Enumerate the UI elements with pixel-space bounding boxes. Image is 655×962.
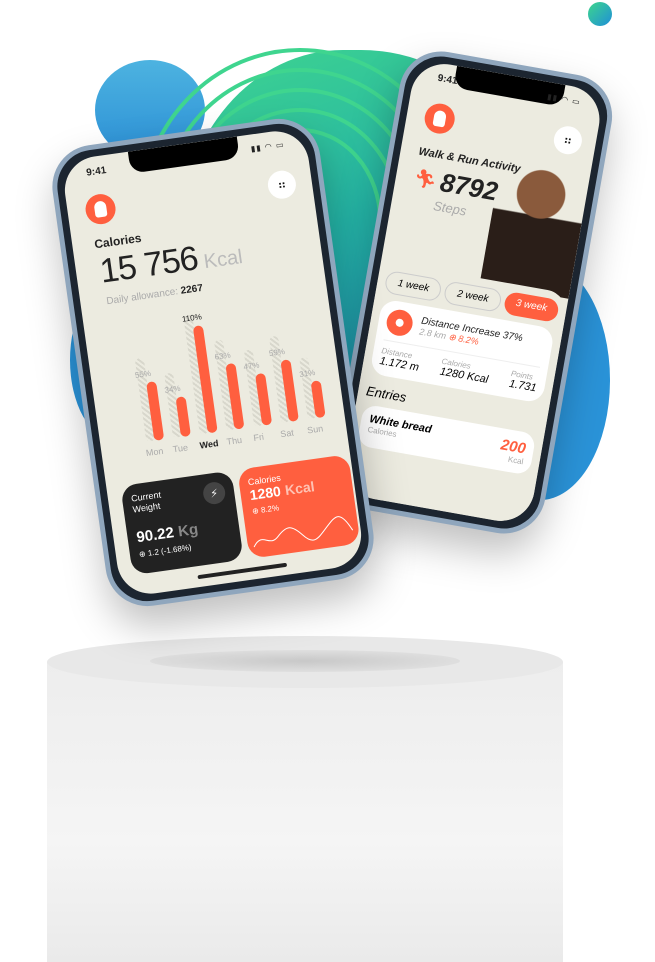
bar-value-label: 110% <box>181 312 203 325</box>
bar-day-label: Wed <box>199 438 220 451</box>
weight-change: 1.2 (-1.68%) <box>147 542 193 558</box>
bar-day-label: Sun <box>306 423 324 436</box>
calories-card-value: 1280 <box>248 482 282 504</box>
menu-button[interactable]: ⠶ <box>551 124 585 157</box>
arrow-down-icon: ⊕ <box>138 549 147 560</box>
arrow-down-icon: ⊕ <box>251 506 260 516</box>
bar-value-label: 63% <box>214 350 232 362</box>
app-logo[interactable] <box>83 192 118 227</box>
bar-value-label: 34% <box>163 383 182 395</box>
calories-unit: Kcal <box>202 245 245 274</box>
notch <box>127 136 240 174</box>
bar-day-label: Tue <box>172 442 189 455</box>
menu-button[interactable]: ⠶ <box>266 168 298 201</box>
calories-card-change: 8.2% <box>260 503 280 515</box>
bar-value-label: 47% <box>242 360 261 373</box>
pedestal-shadow <box>150 650 460 672</box>
weight-title: Current Weight <box>130 489 162 515</box>
bar-day-label: Thu <box>225 434 243 447</box>
stat-calories: Calories 1280 Kcal <box>439 357 491 386</box>
lightning-icon: ⚡︎ <box>201 480 227 506</box>
bar-value-label: 55% <box>134 369 152 381</box>
tab-3-week[interactable]: 3 week <box>502 290 560 323</box>
location-pin-icon <box>384 307 415 338</box>
allowance-value: 2267 <box>180 282 204 297</box>
tab-2-week[interactable]: 2 week <box>443 280 503 313</box>
tab-1-week[interactable]: 1 week <box>383 269 444 303</box>
bar-value-label: 59% <box>268 346 286 358</box>
calories-bar-chart: 55% Mon 34% Tue 110% Wed 63% Thu 47% Fri 59% Sat 31%… <box>126 287 335 462</box>
runner-icon: 🏃︎ <box>412 167 439 191</box>
home-indicator <box>197 562 288 580</box>
distance-change: 8.2% <box>457 333 480 347</box>
status-icons: ▮▮ ◠ ▭ <box>250 139 285 154</box>
bar-day-label: Fri <box>252 431 265 444</box>
weight-card[interactable]: Current Weight ⚡︎ 90.22 Kg ⊕ 1.2 (-1.68%… <box>120 470 244 576</box>
bar-day-label: Sat <box>279 427 295 440</box>
weight-value: 90.22 <box>135 524 176 547</box>
stat-distance: Distance 1.172 m <box>379 346 422 374</box>
weight-unit: Kg <box>177 520 200 541</box>
status-icons: ▮▮ ◠ ▭ <box>546 92 582 107</box>
pedestal <box>47 662 563 962</box>
app-logo[interactable] <box>422 101 458 137</box>
bar-day-label: Mon <box>145 445 165 459</box>
status-time: 9:41 <box>436 72 459 88</box>
bar-value-label: 31% <box>298 367 316 379</box>
stat-points: Points 1.731 <box>508 369 539 394</box>
calories-card[interactable]: Calories 1280 Kcal ⊕ 8.2% <box>237 454 361 559</box>
calories-card-unit: Kcal <box>283 478 316 499</box>
status-time: 9:41 <box>85 165 108 179</box>
decor-dot <box>588 2 612 26</box>
arrow-down-icon: ⊕ <box>447 331 457 343</box>
